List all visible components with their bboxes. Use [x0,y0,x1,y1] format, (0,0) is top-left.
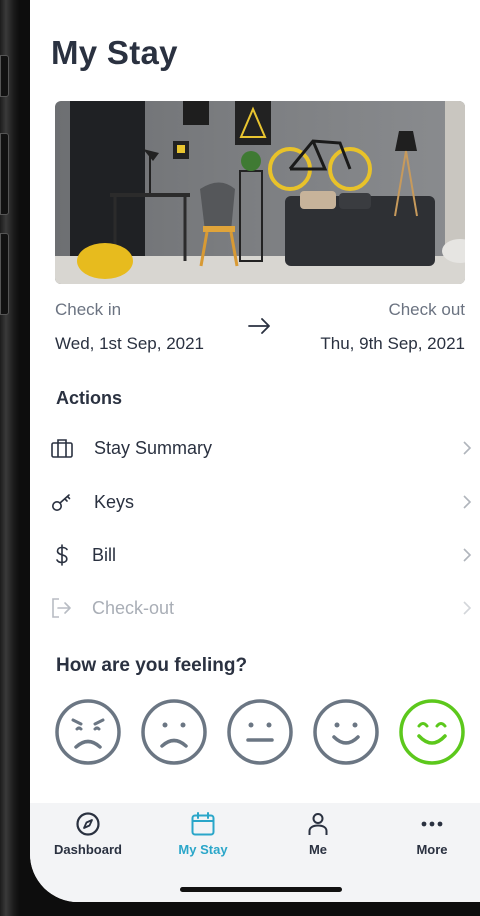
device-mute-switch [0,55,9,97]
check-in-date: Wed, 1st Sep, 2021 [55,334,205,353]
neutral-face-icon[interactable] [226,698,294,766]
device-volume-down [0,233,9,315]
sad-face-icon[interactable] [140,698,208,766]
feeling-heading: How are you feeling? [56,655,248,676]
chevron-right-icon [463,495,472,509]
check-out-date: Thu, 9th Sep, 2021 [320,334,465,353]
action-bill[interactable]: Bill [50,533,472,577]
key-icon [52,494,71,511]
check-out-label: Check out [388,300,465,319]
dollar-icon [56,544,68,566]
action-label: Bill [92,545,117,565]
very-happy-face-icon[interactable] [398,698,466,766]
home-indicator[interactable] [180,887,342,892]
actions-heading: Actions [56,388,123,408]
device-volume-up [0,133,9,215]
very-sad-face-icon[interactable] [54,698,122,766]
person-icon [308,813,328,835]
tab-label: My Stay [178,842,228,857]
tab-me[interactable]: Me [268,809,368,869]
action-label: Check-out [92,598,175,618]
tab-label: Me [308,842,328,857]
mood-selector [54,698,474,768]
check-in-label: Check in [55,300,122,319]
happy-face-icon[interactable] [312,698,380,766]
page-title: My Stay [51,34,178,71]
chevron-right-icon [463,601,472,615]
action-stay-summary[interactable]: Stay Summary [50,426,472,470]
action-check-out[interactable]: Check-out [50,586,472,630]
tab-label: More [416,842,448,857]
arrow-right-icon [248,318,270,334]
exit-icon [52,598,71,618]
suitcase-icon [51,439,73,458]
chevron-right-icon [463,548,472,562]
more-dots-icon [421,821,443,827]
tab-my-stay[interactable]: My Stay [153,809,253,869]
compass-icon [76,812,100,836]
chevron-right-icon [463,441,472,455]
action-label: Stay Summary [94,438,213,458]
stay-dates: Check in Wed, 1st Sep, 2021 Check out Th… [55,296,465,360]
action-label: Keys [94,492,135,512]
tab-dashboard[interactable]: Dashboard [38,809,138,869]
action-keys[interactable]: Keys [50,480,472,524]
calendar-icon [191,812,215,836]
app-screen: My Stay Check in Wed, 1st Sep, 2021 Chec… [30,0,480,902]
room-photo [55,101,465,284]
tab-more[interactable]: More [382,809,480,869]
tab-label: Dashboard [54,842,122,857]
